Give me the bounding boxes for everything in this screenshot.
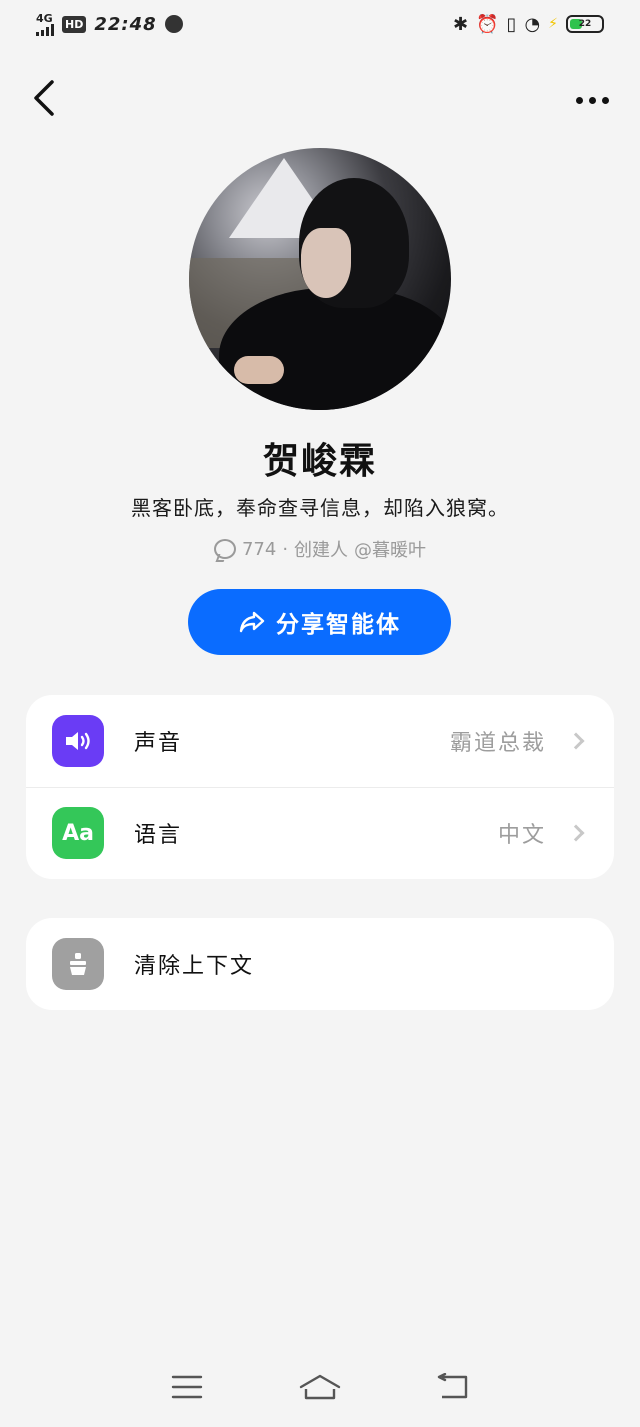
signal-icon: 4G [36, 13, 54, 36]
profile-meta: 774 · 创建人 @暮暖叶 [0, 536, 640, 562]
share-agent-button[interactable]: 分享智能体 [188, 589, 451, 655]
home-icon [299, 1374, 341, 1400]
profile-name: 贺峻霖 [262, 441, 377, 482]
network-type: 4G [36, 11, 53, 25]
language-label: 语言 [134, 823, 183, 848]
system-nav-bar [0, 1347, 640, 1427]
profile-description: 黑客卧底，奉命查寻信息，却陷入狼窝。 [131, 496, 509, 520]
charging-icon: ⚡ [548, 16, 558, 32]
voice-label: 声音 [134, 731, 183, 756]
clear-context-label: 清除上下文 [134, 954, 255, 979]
creator-label: 创建人 [294, 540, 349, 561]
battery-level: 22 [578, 19, 592, 29]
actions-card: 清除上下文 [26, 918, 614, 1010]
vibrate-icon: ▯ [506, 13, 517, 35]
settings-row-voice[interactable]: 声音 霸道总裁 [26, 695, 614, 787]
more-options-button[interactable] [568, 80, 616, 120]
bluetooth-icon: ✱ [453, 13, 469, 35]
more-dots-icon [575, 96, 609, 104]
voice-value: 霸道总裁 [449, 731, 546, 756]
language-value: 中文 [497, 823, 546, 848]
globe-icon [164, 15, 183, 33]
chat-bubble-icon [213, 539, 236, 559]
chevron-left-icon [34, 80, 54, 116]
status-bar: 4G HD 22:48 ✱ ⏰ ▯ ◔ ⚡ 22 [0, 0, 640, 48]
status-time: 22:48 [94, 13, 157, 35]
chat-count: 774 [241, 538, 277, 560]
meta-separator: · [282, 538, 289, 560]
back-button[interactable] [24, 76, 64, 120]
text-aa-icon: Aa [52, 807, 104, 859]
hd-badge: HD [62, 15, 87, 33]
alarm-icon: ⏰ [476, 13, 499, 35]
avatar [189, 148, 451, 410]
chevron-right-icon [567, 732, 585, 750]
battery-icon: 22 [566, 15, 604, 33]
broom-icon [52, 938, 104, 990]
back-nav-button[interactable] [423, 1362, 483, 1412]
share-icon [239, 611, 265, 633]
menu-icon [171, 1375, 202, 1399]
chevron-right-icon [567, 824, 585, 842]
clear-context-row[interactable]: 清除上下文 [26, 918, 614, 1010]
home-button[interactable] [290, 1362, 350, 1412]
status-bar-left: 4G HD 22:48 [36, 13, 183, 36]
status-bar-right: ✱ ⏰ ▯ ◔ ⚡ 22 [453, 14, 604, 35]
menu-button[interactable] [157, 1362, 217, 1412]
creator-handle[interactable]: @暮暖叶 [354, 536, 426, 562]
wifi-icon: ◔ [524, 13, 541, 35]
settings-row-language[interactable]: Aa 语言 中文 [26, 787, 614, 879]
share-button-label: 分享智能体 [276, 612, 401, 638]
settings-card: 声音 霸道总裁 Aa 语言 中文 [26, 695, 614, 879]
speaker-icon [52, 715, 104, 767]
return-icon [438, 1373, 468, 1399]
